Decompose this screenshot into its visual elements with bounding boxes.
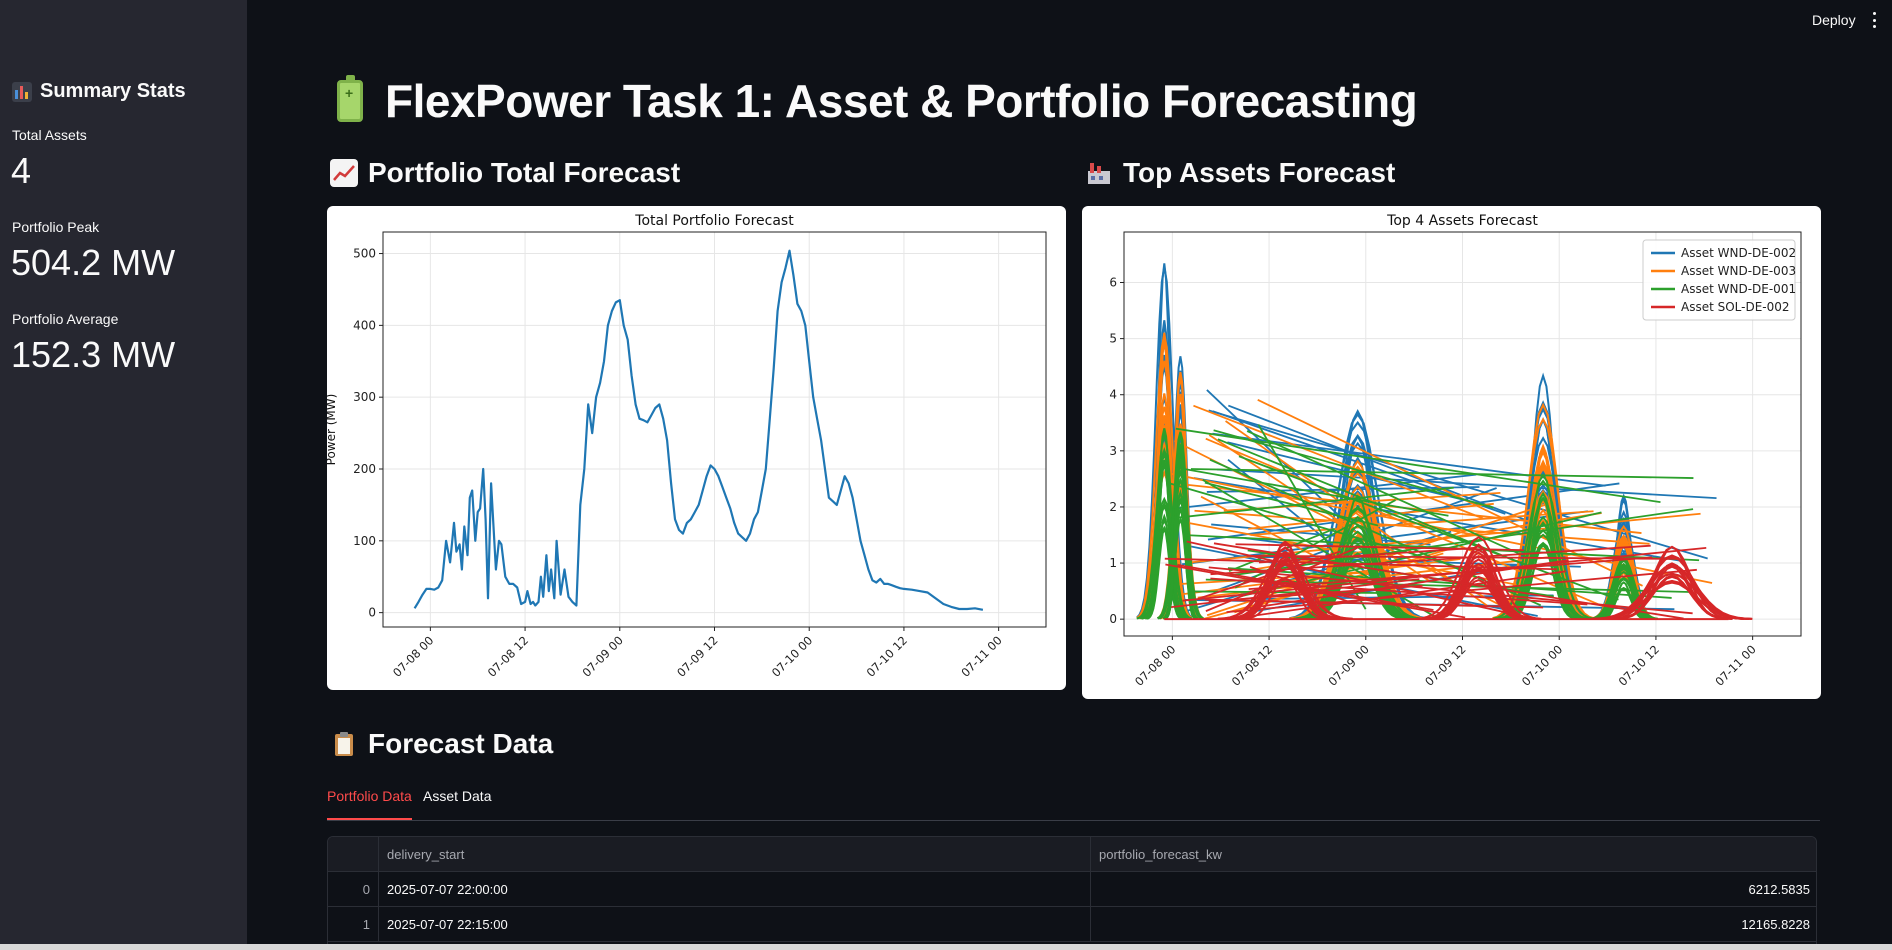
y-tick-label: 200	[353, 462, 376, 476]
x-tick-label: 07-09 12	[1422, 642, 1468, 688]
metric-label-total-assets: Total Assets	[12, 127, 87, 143]
y-tick-label: 3	[1109, 444, 1117, 458]
table-row[interactable]: 1 2025-07-07 22:15:00 12165.8228	[328, 907, 1816, 942]
series-line-portfolio	[413, 249, 984, 611]
data-section-title: Forecast Data	[368, 728, 554, 759]
tab-asset-data[interactable]: Asset Data	[423, 788, 491, 804]
metric-value-total-assets: 4	[11, 150, 32, 191]
table-cell-portfolio-forecast[interactable]: 12165.8228	[1091, 907, 1816, 942]
x-tick-label: 07-08 12	[485, 633, 531, 679]
top-assets-chart: 07-08 00 07-08 12 07-09 00 07-09 12 07-10 00…	[1109, 213, 1802, 689]
battery-icon	[337, 75, 363, 122]
y-tick-label: 500	[353, 247, 376, 261]
table-cell-index: 1	[328, 907, 379, 942]
assets-section-title: Top Assets Forecast	[1123, 157, 1396, 188]
chart-title: Total Portfolio Forecast	[634, 213, 794, 229]
table-cell-delivery-start[interactable]: 2025-07-07 22:00:00	[379, 872, 1091, 907]
portfolio-section-heading: Portfolio Total Forecast	[330, 157, 680, 189]
y-tick-label: 100	[353, 534, 376, 548]
legend-label: Asset WND-DE-001	[1681, 282, 1796, 296]
x-tick-label: 07-11 00	[1712, 642, 1758, 688]
table-cell-index: 0	[328, 872, 379, 907]
x-tick-label: 07-10 00	[1519, 642, 1565, 688]
trending-up-icon	[330, 159, 358, 187]
factory-icon	[1085, 159, 1113, 187]
table-cell-portfolio-forecast[interactable]: 6212.5835	[1091, 872, 1816, 907]
table-row[interactable]: 0 2025-07-07 22:00:00 6212.5835	[328, 872, 1816, 907]
sidebar-title: Summary Stats	[12, 80, 186, 103]
y-tick-label: 5	[1109, 332, 1117, 346]
x-tick-label: 07-08 00	[1132, 642, 1178, 688]
x-tick-label: 07-08 00	[390, 633, 436, 679]
deploy-button[interactable]: Deploy	[1812, 12, 1856, 28]
y-tick-label: 300	[353, 390, 376, 404]
y-tick-label: 0	[1109, 612, 1117, 626]
data-tabs: Portfolio Data Asset Data	[327, 780, 1820, 821]
metric-label-portfolio-peak: Portfolio Peak	[12, 219, 100, 235]
table-header-row: delivery_start portfolio_forecast_kw	[328, 837, 1816, 872]
legend-label: Asset WND-DE-002	[1681, 246, 1796, 260]
assets-section-heading: Top Assets Forecast	[1085, 157, 1395, 189]
page-title-text: FlexPower Task 1: Asset & Portfolio Fore…	[385, 75, 1418, 127]
y-tick-label: 6	[1109, 276, 1117, 290]
assets-chart-card: 07-08 00 07-08 12 07-09 00 07-09 12 07-10 00…	[1082, 206, 1821, 699]
x-tick-label: 07-09 12	[674, 633, 720, 679]
bar-chart-icon	[12, 81, 32, 102]
sidebar: Summary Stats Total Assets 4 Portfolio P…	[0, 0, 247, 950]
clipboard-icon	[330, 730, 358, 758]
y-tick-label: 2	[1109, 500, 1117, 514]
x-tick-label: 07-08 12	[1229, 642, 1275, 688]
portfolio-chart-card: 07-08 00 07-08 12 07-09 00 07-09 12 07-10 00…	[327, 206, 1066, 690]
portfolio-section-title: Portfolio Total Forecast	[368, 157, 681, 188]
y-tick-label: 400	[353, 318, 376, 332]
forecast-table[interactable]: delivery_start portfolio_forecast_kw 0 2…	[327, 836, 1817, 950]
x-tick-label: 07-10 12	[864, 633, 910, 679]
metric-value-portfolio-peak: 504.2 MW	[11, 242, 176, 283]
y-tick-label: 0	[368, 606, 376, 620]
table-header-delivery-start[interactable]: delivery_start	[379, 837, 1091, 872]
x-tick-label: 07-11 00	[958, 633, 1004, 679]
y-tick-label: 1	[1109, 556, 1117, 570]
metric-value-portfolio-average: 152.3 MW	[11, 334, 176, 375]
table-header-portfolio-forecast[interactable]: portfolio_forecast_kw	[1091, 837, 1816, 872]
x-tick-label: 07-10 12	[1616, 642, 1662, 688]
chart-title: Top 4 Assets Forecast	[1386, 213, 1538, 229]
table-cell-delivery-start[interactable]: 2025-07-07 22:15:00	[379, 907, 1091, 942]
data-section-heading: Forecast Data	[330, 728, 553, 760]
sidebar-title-text: Summary Stats	[40, 80, 186, 102]
status-bar	[0, 944, 1892, 950]
legend-label: Asset WND-DE-003	[1681, 264, 1796, 278]
x-tick-label: 07-09 00	[579, 633, 625, 679]
y-tick-label: 4	[1109, 388, 1117, 402]
x-tick-label: 07-10 00	[769, 633, 815, 679]
main-menu-icon[interactable]	[1873, 12, 1877, 28]
table-header-index	[328, 837, 379, 872]
series-asset-sol-de-002	[1164, 536, 1753, 620]
tab-portfolio-data[interactable]: Portfolio Data	[327, 788, 412, 820]
metric-label-portfolio-average: Portfolio Average	[12, 311, 119, 327]
legend-label: Asset SOL-DE-002	[1681, 300, 1790, 314]
portfolio-total-chart: 07-08 00 07-08 12 07-09 00 07-09 12 07-10 00…	[327, 213, 1047, 680]
page-title: FlexPower Task 1: Asset & Portfolio Fore…	[337, 74, 1418, 128]
x-tick-label: 07-09 00	[1325, 642, 1371, 688]
y-axis-label: Power (MW)	[327, 394, 338, 466]
